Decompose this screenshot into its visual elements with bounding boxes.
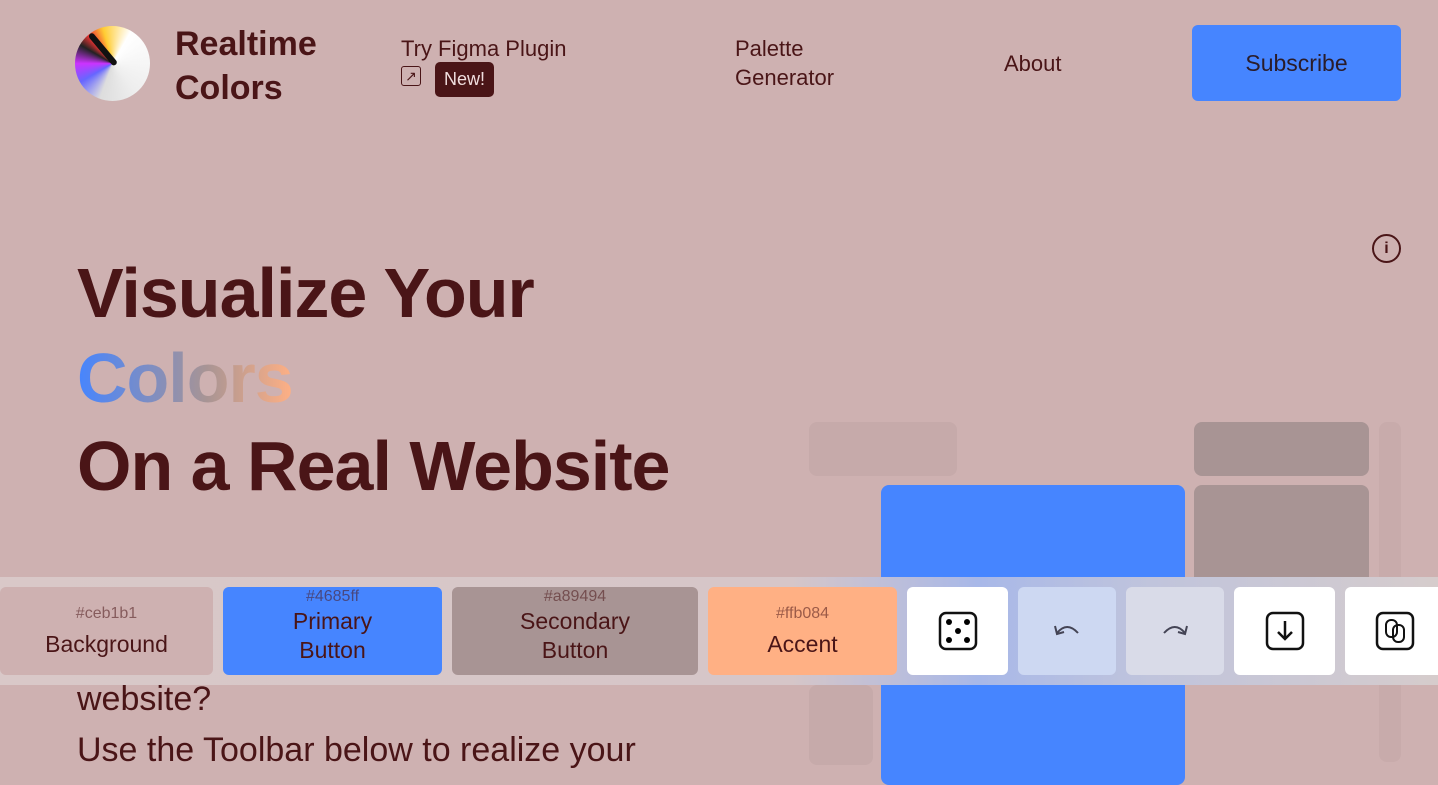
nav-about[interactable]: About xyxy=(1004,49,1062,78)
share-button[interactable] xyxy=(1345,587,1438,675)
new-badge: New! xyxy=(435,62,494,97)
color-label: Secondary xyxy=(520,608,630,634)
primary-color-button[interactable]: #4685ff Primary Button xyxy=(223,587,442,675)
logo-icon[interactable] xyxy=(75,26,150,101)
preview-secondary-block xyxy=(1194,422,1369,476)
nav-palette-generator[interactable]: Palette Generator xyxy=(735,34,834,92)
randomize-button[interactable] xyxy=(907,587,1008,675)
subscribe-button[interactable]: Subscribe xyxy=(1192,25,1401,101)
brand-name[interactable]: Realtime Colors xyxy=(175,22,317,110)
dice-icon xyxy=(938,611,977,651)
undo-icon xyxy=(1054,625,1079,636)
preview-block xyxy=(809,685,873,765)
color-hex: #ffb084 xyxy=(775,604,830,622)
download-icon xyxy=(1265,611,1304,651)
background-color-button[interactable]: #ceb1b1 Background xyxy=(0,587,213,675)
color-label: Accent xyxy=(767,630,838,657)
external-link-icon: ↗ xyxy=(401,66,421,86)
secondary-color-button[interactable]: #a89494 Secondary Button xyxy=(452,587,698,675)
nav-figma-plugin[interactable]: Try Figma Plugin xyxy=(401,34,566,63)
copy-icon xyxy=(1375,611,1415,651)
color-label: Button xyxy=(299,637,366,663)
color-hex: #ceb1b1 xyxy=(75,604,138,622)
redo-button[interactable] xyxy=(1126,587,1224,675)
brand-line-2: Colors xyxy=(175,69,283,107)
info-icon[interactable]: i xyxy=(1372,234,1401,263)
color-hex: #a89494 xyxy=(543,588,607,605)
nav-label: Generator xyxy=(735,65,835,90)
color-hex: #4685ff xyxy=(305,588,360,605)
hero-title-colors: Colors xyxy=(77,339,294,417)
export-button[interactable] xyxy=(1234,587,1335,675)
color-label: Button xyxy=(541,637,609,663)
undo-button[interactable] xyxy=(1018,587,1116,675)
brand-line-1: Realtime xyxy=(175,25,317,63)
hero-title-line-1: Visualize Your xyxy=(77,254,535,332)
hero-body-2: Use the Toolbar below to realize your xyxy=(77,731,636,769)
accent-color-button[interactable]: #ffb084 Accent xyxy=(708,587,897,675)
color-label: Primary xyxy=(292,608,373,634)
hero-title-line-3: On a Real Website xyxy=(77,427,670,505)
color-label: Background xyxy=(45,630,168,657)
nav-label: Palette xyxy=(735,36,804,61)
preview-block xyxy=(809,422,957,476)
redo-icon xyxy=(1163,625,1188,636)
